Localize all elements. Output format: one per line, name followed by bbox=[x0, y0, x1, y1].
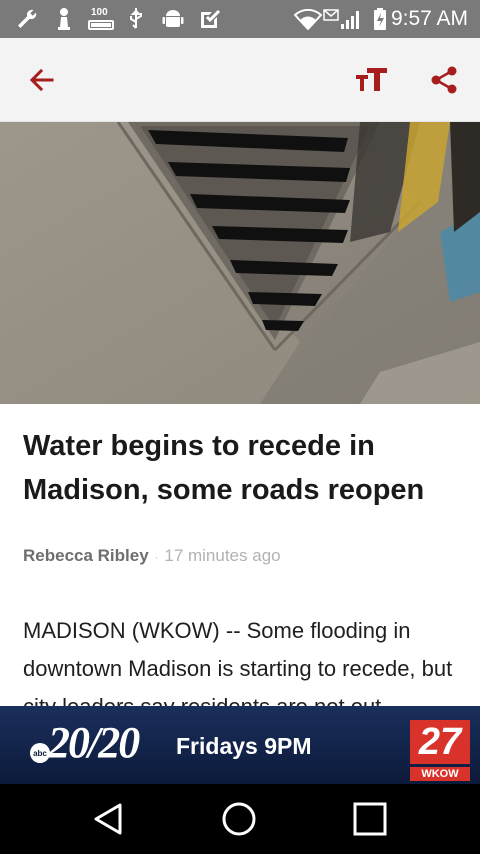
arrow-left-icon bbox=[29, 68, 54, 92]
article-byline: Rebecca Ribley · 17 minutes ago bbox=[23, 545, 281, 569]
article-body: MADISON (WKOW) -- Some flooding in downt… bbox=[23, 618, 453, 706]
byline-separator: · bbox=[154, 552, 159, 564]
wrench-icon bbox=[14, 7, 40, 31]
ad-banner[interactable]: abc 20/20 Fridays 9PM 27 WKOW bbox=[0, 706, 480, 784]
android-icon bbox=[160, 7, 186, 31]
station-call-letters: WKOW bbox=[410, 767, 470, 781]
system-nav-bar bbox=[0, 784, 480, 854]
nav-back-icon bbox=[94, 803, 122, 835]
text-size-button[interactable] bbox=[350, 58, 394, 102]
article-headline: Water begins to recede in Madison, some … bbox=[23, 430, 425, 506]
chess-pawn-icon bbox=[54, 7, 74, 31]
author-name[interactable]: Rebecca Ribley bbox=[23, 546, 149, 565]
status-time: 9:57 AM bbox=[390, 7, 468, 30]
check-box-icon bbox=[198, 7, 222, 31]
signal-icon bbox=[340, 7, 362, 31]
publish-time: 17 minutes ago bbox=[164, 546, 281, 565]
ad-tagline: Fridays 9PM bbox=[176, 733, 312, 759]
battery-icon bbox=[372, 7, 388, 31]
article-image bbox=[0, 122, 480, 404]
text-size-icon bbox=[356, 68, 387, 91]
back-button[interactable] bbox=[20, 58, 64, 102]
nav-back-button[interactable] bbox=[78, 794, 138, 844]
share-icon bbox=[431, 66, 457, 94]
station-logo: 27 WKOW bbox=[410, 720, 470, 781]
station-number: 27 bbox=[410, 720, 470, 764]
nav-home-button[interactable] bbox=[209, 794, 269, 844]
abc-logo: abc bbox=[30, 743, 50, 763]
storm-drain-illustration bbox=[0, 122, 480, 404]
app-bar bbox=[0, 38, 480, 122]
status-bar: 100 9:57 AM bbox=[0, 0, 480, 38]
wifi-icon bbox=[294, 7, 322, 31]
nav-recents-button[interactable] bbox=[340, 794, 400, 844]
nav-recents-icon bbox=[353, 802, 387, 836]
mail-icon bbox=[322, 3, 340, 27]
battery-100-icon: 100 bbox=[88, 7, 114, 31]
nav-home-icon bbox=[222, 802, 256, 836]
show-logo: 20/20 bbox=[48, 718, 140, 767]
battery-percent-label: 100 bbox=[91, 7, 108, 18]
usb-icon bbox=[126, 7, 146, 31]
share-button[interactable] bbox=[422, 58, 466, 102]
